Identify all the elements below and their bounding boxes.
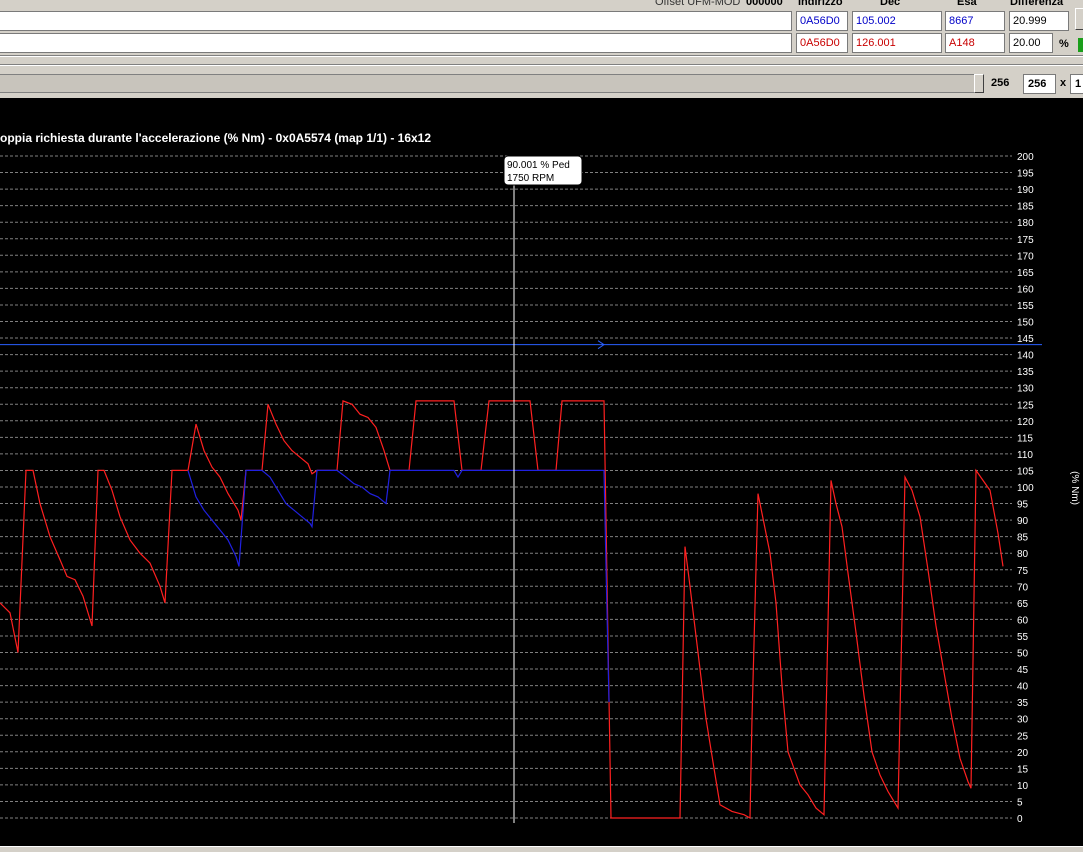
y-tick-label: 15 (1017, 764, 1029, 775)
divider-1 (0, 55, 1083, 57)
y-tick-label: 150 (1017, 318, 1034, 329)
cursor-tooltip-line1: 90.001 % Ped (507, 160, 570, 171)
esa-field-2[interactable]: A148 (945, 33, 1005, 53)
esa-field-1[interactable]: 8667 (945, 11, 1005, 31)
dec-field-1[interactable]: 105.002 (852, 11, 942, 31)
y-tick-label: 65 (1017, 599, 1029, 610)
offset-value: 000000 (746, 0, 783, 8)
col-header-indirizzo: Indirizzo (798, 0, 843, 8)
y-tick-label: 80 (1017, 549, 1029, 560)
divider-2 (0, 64, 1083, 66)
y-tick-label: 5 (1017, 797, 1023, 808)
y-tick-label: 130 (1017, 384, 1034, 395)
y-tick-label: 45 (1017, 665, 1029, 676)
y-tick-label: 185 (1017, 202, 1034, 213)
dec-field-2[interactable]: 126.001 (852, 33, 942, 53)
diff-field-1[interactable]: 20.999 (1009, 11, 1069, 31)
cursor-tooltip-line2: 1750 RPM (507, 173, 554, 184)
offset-label: Offset UFM-MOD (655, 0, 741, 8)
addr-field-1[interactable]: 0A56D0 (796, 11, 848, 31)
y-tick-label: 190 (1017, 185, 1034, 196)
y-tick-label: 95 (1017, 500, 1029, 511)
y-tick-label: 140 (1017, 351, 1034, 362)
chart-title: oppia richiesta durante l'accelerazione … (0, 131, 431, 145)
y-tick-label: 70 (1017, 582, 1029, 593)
y-tick-label: 50 (1017, 649, 1029, 660)
col-header-dec: Dec (880, 0, 901, 8)
status-bar (0, 846, 1083, 852)
y-tick-label: 35 (1017, 698, 1029, 709)
y-tick-label: 165 (1017, 268, 1034, 279)
y-tick-label: 20 (1017, 748, 1029, 759)
description-field-1[interactable] (0, 11, 792, 31)
y-tick-label: 55 (1017, 632, 1029, 643)
y-tick-label: 110 (1017, 450, 1033, 461)
y-tick-label: 145 (1017, 334, 1034, 345)
y-tick-label: 170 (1017, 251, 1034, 262)
col-header-differenza: Differenza (1010, 0, 1064, 8)
scroll-value-label: 256 (991, 77, 1010, 89)
y-tick-label: 195 (1017, 169, 1034, 180)
addr-field-2[interactable]: 0A56D0 (796, 33, 848, 53)
y-tick-label: 200 (1017, 152, 1034, 163)
green-indicator-icon[interactable] (1078, 38, 1083, 52)
multiply-label: x (1060, 77, 1067, 89)
y-tick-label: 160 (1017, 284, 1034, 295)
horizontal-scrollbar[interactable] (0, 74, 978, 93)
y-axis-label: (% Nm) (1069, 471, 1080, 505)
y-tick-label: 115 (1017, 433, 1033, 444)
y-tick-label: 100 (1017, 483, 1034, 494)
y-tick-label: 0 (1017, 814, 1023, 825)
multiplier-input[interactable]: 1 (1070, 74, 1083, 94)
y-tick-label: 10 (1017, 781, 1029, 792)
address-toolbar: Offset UFM-MOD 000000 Indirizzo Dec Esa … (0, 0, 1083, 98)
map-chart[interactable]: oppia richiesta durante l'accelerazione … (0, 98, 1083, 846)
y-tick-label: 155 (1017, 301, 1034, 312)
chart-area[interactable]: oppia richiesta durante l'accelerazione … (0, 98, 1083, 846)
y-tick-label: 40 (1017, 682, 1029, 693)
diff-field-2[interactable]: 20.00 (1009, 33, 1053, 53)
y-tick-label: 125 (1017, 400, 1034, 411)
description-field-2[interactable] (0, 33, 792, 53)
col-header-esa: Esa (957, 0, 977, 8)
y-tick-label: 90 (1017, 516, 1029, 527)
y-tick-label: 180 (1017, 218, 1034, 229)
row1-side-button[interactable] (1075, 8, 1083, 30)
y-tick-label: 175 (1017, 235, 1034, 246)
y-tick-label: 30 (1017, 715, 1029, 726)
scrollbar-thumb[interactable] (974, 74, 984, 93)
scroll-value-input[interactable]: 256 (1023, 74, 1056, 94)
y-tick-label: 105 (1017, 466, 1034, 477)
y-tick-label: 75 (1017, 566, 1029, 577)
y-tick-label: 60 (1017, 615, 1029, 626)
y-tick-label: 25 (1017, 731, 1029, 742)
y-tick-label: 85 (1017, 533, 1029, 544)
y-tick-label: 120 (1017, 417, 1034, 428)
percent-unit: % (1059, 38, 1069, 50)
series-line-red (0, 400, 1004, 820)
y-tick-label: 135 (1017, 367, 1034, 378)
